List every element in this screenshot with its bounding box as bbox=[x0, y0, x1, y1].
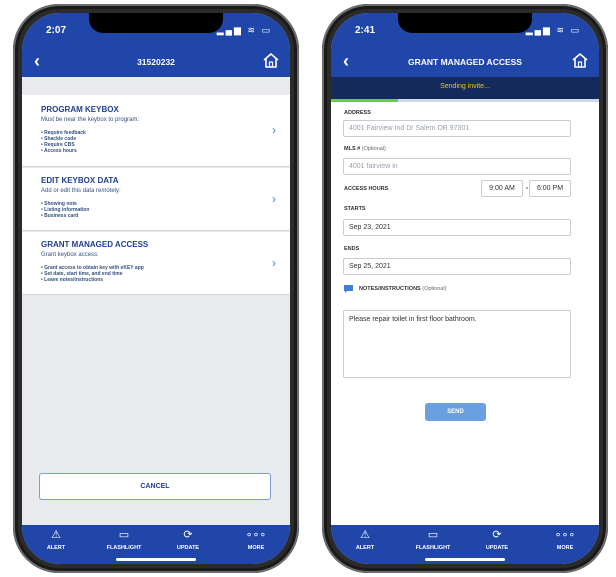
phone-left: 2:07 ▂▄▆ ≋ ▭ ‹ 31520232 PROGRAM KEYBOX M… bbox=[13, 4, 299, 573]
mls-optional-text: (Optional) bbox=[361, 146, 386, 152]
page-title: 31520232 bbox=[137, 57, 175, 67]
home-indicator[interactable] bbox=[116, 558, 196, 561]
speech-bubble-icon bbox=[344, 285, 353, 293]
status-icons: ▂▄▆ ≋ ▭ bbox=[525, 25, 581, 35]
tab-label: MORE bbox=[556, 545, 574, 551]
status-time: 2:07 bbox=[46, 25, 67, 36]
tab-label: FLASHLIGHT bbox=[106, 545, 142, 551]
flashlight-icon: ▭ bbox=[118, 529, 130, 541]
menu-item-program-keybox[interactable]: PROGRAM KEYBOX Must be near the keybox t… bbox=[22, 95, 290, 167]
menu-item-subtitle: Grant keybox access: bbox=[41, 252, 99, 258]
menu-item-subtitle: Must be near the keybox to program: bbox=[41, 117, 140, 123]
grant-access-form: ADDRESS 4001 Fairview Ind Dr Salem OR 97… bbox=[331, 102, 599, 525]
tab-alert[interactable]: ⚠ ALERT bbox=[335, 529, 395, 551]
update-sync-icon: ⟳ bbox=[492, 529, 502, 541]
access-hours-label: ACCESS HOURS bbox=[344, 186, 389, 192]
notes-label-text: NOTES/INSTRUCTIONS bbox=[359, 286, 421, 292]
menu-item-bullets: • Showing note • Listing information • B… bbox=[41, 201, 89, 219]
address-field[interactable]: 4001 Fairview Ind Dr Salem OR 97301 bbox=[343, 120, 571, 137]
tab-more[interactable]: ∘∘∘ MORE bbox=[535, 529, 595, 551]
chevron-right-icon: › bbox=[272, 256, 276, 270]
tab-alert[interactable]: ⚠ ALERT bbox=[26, 529, 86, 551]
alert-triangle-icon: ⚠ bbox=[51, 529, 61, 541]
starts-label: STARTS bbox=[344, 206, 366, 212]
tab-more[interactable]: ∘∘∘ MORE bbox=[226, 529, 286, 551]
alert-triangle-icon: ⚠ bbox=[360, 529, 370, 541]
tab-flashlight[interactable]: ▭ FLASHLIGHT bbox=[403, 529, 463, 551]
menu-item-subtitle: Add or edit this data remotely: bbox=[41, 188, 121, 194]
mls-field[interactable]: 4001 fairview in bbox=[343, 158, 571, 175]
tab-label: UPDATE bbox=[485, 545, 509, 551]
update-sync-icon: ⟳ bbox=[183, 529, 193, 541]
back-arrow-icon[interactable]: ‹ bbox=[343, 51, 349, 72]
tab-label: MORE bbox=[247, 545, 265, 551]
phone-right: 2:41 ▂▄▆ ≋ ▭ ‹ GRANT MANAGED ACCESS Send… bbox=[322, 4, 608, 573]
chevron-right-icon: › bbox=[272, 123, 276, 137]
ends-label: ENDS bbox=[344, 246, 360, 252]
more-dots-icon: ∘∘∘ bbox=[245, 529, 267, 541]
menu-item-grant-managed-access[interactable]: GRANT MANAGED ACCESS Grant keybox access… bbox=[22, 232, 290, 295]
access-start-time[interactable]: 9:00 AM bbox=[481, 180, 523, 197]
access-hours-separator: - bbox=[526, 185, 529, 192]
screen-keybox-menu: 2:07 ▂▄▆ ≋ ▭ ‹ 31520232 PROGRAM KEYBOX M… bbox=[22, 13, 290, 564]
access-end-time[interactable]: 6:00 PM bbox=[529, 180, 571, 197]
tab-label: FLASHLIGHT bbox=[415, 545, 451, 551]
menu-item-bullets: • Grant access to obtain key with eKEY a… bbox=[41, 265, 144, 283]
tab-label: ALERT bbox=[46, 545, 66, 551]
starts-date-field[interactable]: Sep 23, 2021 bbox=[343, 219, 571, 236]
notes-textarea[interactable]: Please repair toilet in first floor bath… bbox=[343, 310, 571, 378]
notch bbox=[398, 13, 532, 33]
status-icons: ▂▄▆ ≋ ▭ bbox=[216, 25, 272, 35]
nav-bar: ‹ 31520232 bbox=[22, 47, 290, 77]
send-button[interactable]: SEND bbox=[425, 403, 486, 421]
ends-date-field[interactable]: Sep 25, 2021 bbox=[343, 258, 571, 275]
tab-label: UPDATE bbox=[176, 545, 200, 551]
menu-item-title: GRANT MANAGED ACCESS bbox=[41, 240, 149, 249]
sending-status-banner: Sending invite... bbox=[331, 77, 599, 99]
tab-update[interactable]: ⟳ UPDATE bbox=[467, 529, 527, 551]
tab-update[interactable]: ⟳ UPDATE bbox=[158, 529, 218, 551]
tab-flashlight[interactable]: ▭ FLASHLIGHT bbox=[94, 529, 154, 551]
notes-label: NOTES/INSTRUCTIONS (Optional) bbox=[359, 286, 446, 292]
notes-optional-text: (Optional) bbox=[422, 286, 447, 292]
address-label: ADDRESS bbox=[344, 110, 371, 116]
menu-item-bullets: • Require feedback • Shackle code • Requ… bbox=[41, 130, 86, 154]
more-dots-icon: ∘∘∘ bbox=[554, 529, 576, 541]
mls-label: MLS # (Optional) bbox=[344, 146, 386, 152]
status-time: 2:41 bbox=[355, 25, 376, 36]
home-indicator[interactable] bbox=[425, 558, 505, 561]
bullet-text: • Business card bbox=[41, 213, 79, 219]
back-arrow-icon[interactable]: ‹ bbox=[34, 51, 40, 72]
nav-bar: ‹ GRANT MANAGED ACCESS bbox=[331, 47, 599, 77]
mls-label-text: MLS # bbox=[344, 146, 361, 152]
bullet-text: • Access hours bbox=[41, 148, 77, 154]
cancel-button[interactable]: CANCEL bbox=[39, 473, 271, 500]
menu-item-title: PROGRAM KEYBOX bbox=[41, 105, 119, 114]
home-icon[interactable] bbox=[262, 52, 280, 70]
menu-item-edit-keybox-data[interactable]: EDIT KEYBOX DATA Add or edit this data r… bbox=[22, 168, 290, 231]
home-icon[interactable] bbox=[571, 52, 589, 70]
page-title: GRANT MANAGED ACCESS bbox=[408, 57, 522, 67]
tab-label: ALERT bbox=[355, 545, 375, 551]
screen-grant-managed-access: 2:41 ▂▄▆ ≋ ▭ ‹ GRANT MANAGED ACCESS Send… bbox=[331, 13, 599, 564]
flashlight-icon: ▭ bbox=[427, 529, 439, 541]
chevron-right-icon: › bbox=[272, 192, 276, 206]
notch bbox=[89, 13, 223, 33]
menu-item-title: EDIT KEYBOX DATA bbox=[41, 176, 119, 185]
bullet-text: • Leave notes/instructions bbox=[41, 277, 104, 283]
